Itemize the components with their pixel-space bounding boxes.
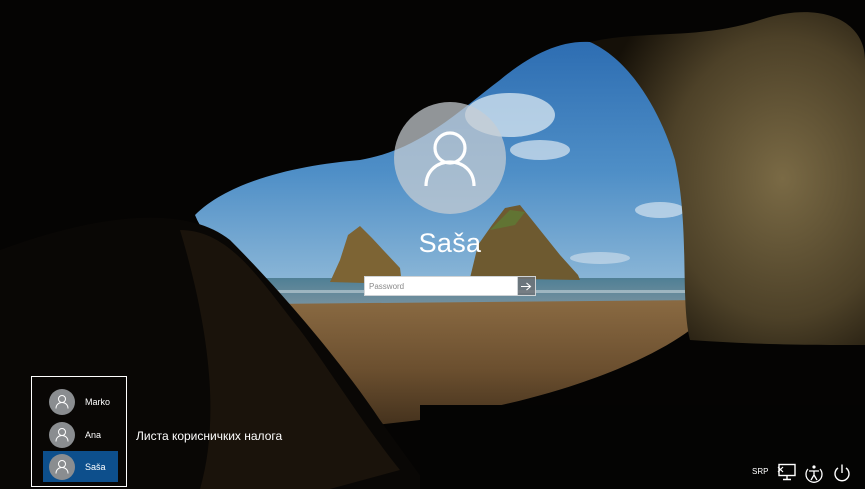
- user-item-sasa[interactable]: Saša: [43, 451, 118, 482]
- network-icon[interactable]: [777, 463, 797, 486]
- user-icon: [49, 421, 75, 448]
- user-item-marko[interactable]: Marko: [43, 386, 118, 417]
- ease-of-access-icon[interactable]: [804, 463, 824, 488]
- username-label: Saša: [418, 228, 482, 258]
- language-indicator[interactable]: SRP: [752, 467, 768, 476]
- submit-button[interactable]: [517, 276, 536, 296]
- password-input[interactable]: [364, 276, 518, 296]
- power-icon[interactable]: [833, 463, 851, 488]
- user-item-label: Saša: [85, 461, 106, 472]
- user-list-caption: Листа корисничких налога: [136, 429, 283, 443]
- user-avatar: [394, 102, 506, 214]
- user-icon: [424, 131, 476, 187]
- user-item-label: Ana: [85, 429, 102, 440]
- user-icon: [49, 453, 75, 480]
- user-item-label: Marko: [85, 396, 111, 407]
- user-item-ana[interactable]: Ana: [43, 419, 118, 450]
- password-box: [364, 276, 536, 296]
- arrow-right-icon: [521, 282, 532, 290]
- user-icon: [49, 388, 75, 415]
- user-account-list: Marko Ana Saša: [31, 376, 127, 487]
